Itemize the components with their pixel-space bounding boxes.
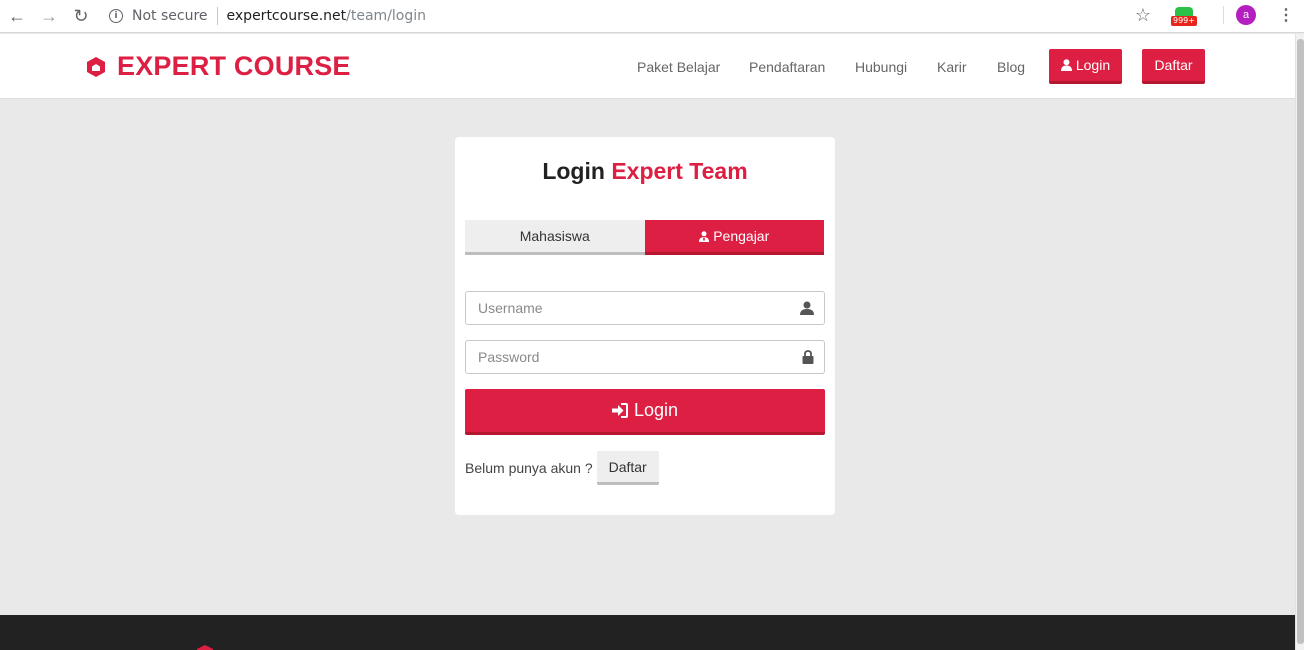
sign-in-icon	[611, 403, 628, 418]
tab-pengajar[interactable]: Pengajar	[644, 220, 824, 255]
register-button-label: Daftar	[608, 458, 647, 475]
user-icon	[800, 301, 814, 315]
footer-logo-icon	[197, 645, 213, 650]
password-field	[465, 340, 825, 374]
login-submit-label: Login	[633, 400, 679, 420]
extension-badge: 999+	[1171, 16, 1197, 26]
role-tabs: Mahasiswa Pengajar	[465, 220, 824, 255]
username-field	[465, 291, 825, 325]
login-title-prefix: Login	[542, 158, 605, 184]
register-button[interactable]: Daftar	[596, 451, 659, 485]
reload-icon[interactable]: ↻	[65, 1, 97, 31]
hexagon-logo-icon	[87, 56, 105, 77]
address-bar[interactable]: i Not secure expertcourse.net/team/login	[109, 1, 426, 31]
nav-blog[interactable]: Blog	[997, 59, 1025, 75]
menu-kebab-icon[interactable]: ⋮	[1278, 5, 1294, 25]
login-card: Login Expert Team Mahasiswa Pengajar Use…	[455, 137, 835, 515]
nav-paket-belajar[interactable]: Paket Belajar	[637, 59, 720, 75]
password-input[interactable]	[466, 341, 786, 373]
site-header: EXPERT COURSE Paket Belajar Pendaftaran …	[0, 34, 1295, 99]
user-icon	[1060, 59, 1072, 71]
nav-hubungi[interactable]: Hubungi	[855, 59, 907, 75]
tab-mahasiswa[interactable]: Mahasiswa	[465, 220, 645, 255]
lock-icon	[802, 350, 814, 364]
profile-avatar[interactable]: a	[1236, 5, 1256, 25]
forward-arrow-icon[interactable]: →	[33, 1, 65, 31]
toolbar-divider	[1223, 6, 1224, 24]
register-row: Belum punya akun ? Daftar	[465, 451, 659, 485]
extension-icon[interactable]: 999+	[1171, 7, 1197, 26]
header-register-button[interactable]: Daftar	[1142, 49, 1205, 84]
info-icon[interactable]: i	[109, 9, 123, 23]
login-submit-button[interactable]: Login	[465, 389, 825, 435]
site-footer	[0, 615, 1295, 650]
tab-mahasiswa-label: Mahasiswa	[519, 228, 590, 244]
back-arrow-icon[interactable]: ←	[1, 1, 33, 31]
security-label: Not secure	[132, 8, 208, 24]
browser-toolbar: ← → ↻ i Not secure expertcourse.net/team…	[0, 0, 1304, 33]
teacher-icon	[699, 230, 710, 242]
login-title: Login Expert Team	[455, 158, 835, 185]
header-login-label: Login	[1075, 57, 1111, 73]
url-host: expertcourse.net	[226, 8, 347, 24]
header-register-label: Daftar	[1154, 57, 1193, 73]
login-title-accent: Expert Team	[611, 158, 748, 184]
register-prompt: Belum punya akun ?	[465, 460, 593, 476]
nav-pendaftaran[interactable]: Pendaftaran	[749, 59, 825, 75]
brand-name: EXPERT COURSE	[117, 51, 351, 81]
bookmark-star-icon[interactable]: ☆	[1135, 5, 1151, 26]
url-separator	[216, 7, 218, 25]
page-scrollbar[interactable]	[1295, 34, 1304, 650]
header-login-button[interactable]: Login	[1049, 49, 1122, 84]
tab-pengajar-label: Pengajar	[713, 228, 770, 244]
scrollbar-thumb[interactable]	[1297, 39, 1304, 644]
nav-karir[interactable]: Karir	[937, 59, 967, 75]
site-logo[interactable]: EXPERT COURSE	[85, 51, 351, 82]
url-path: /team/login	[346, 8, 427, 24]
username-input[interactable]	[466, 292, 786, 324]
